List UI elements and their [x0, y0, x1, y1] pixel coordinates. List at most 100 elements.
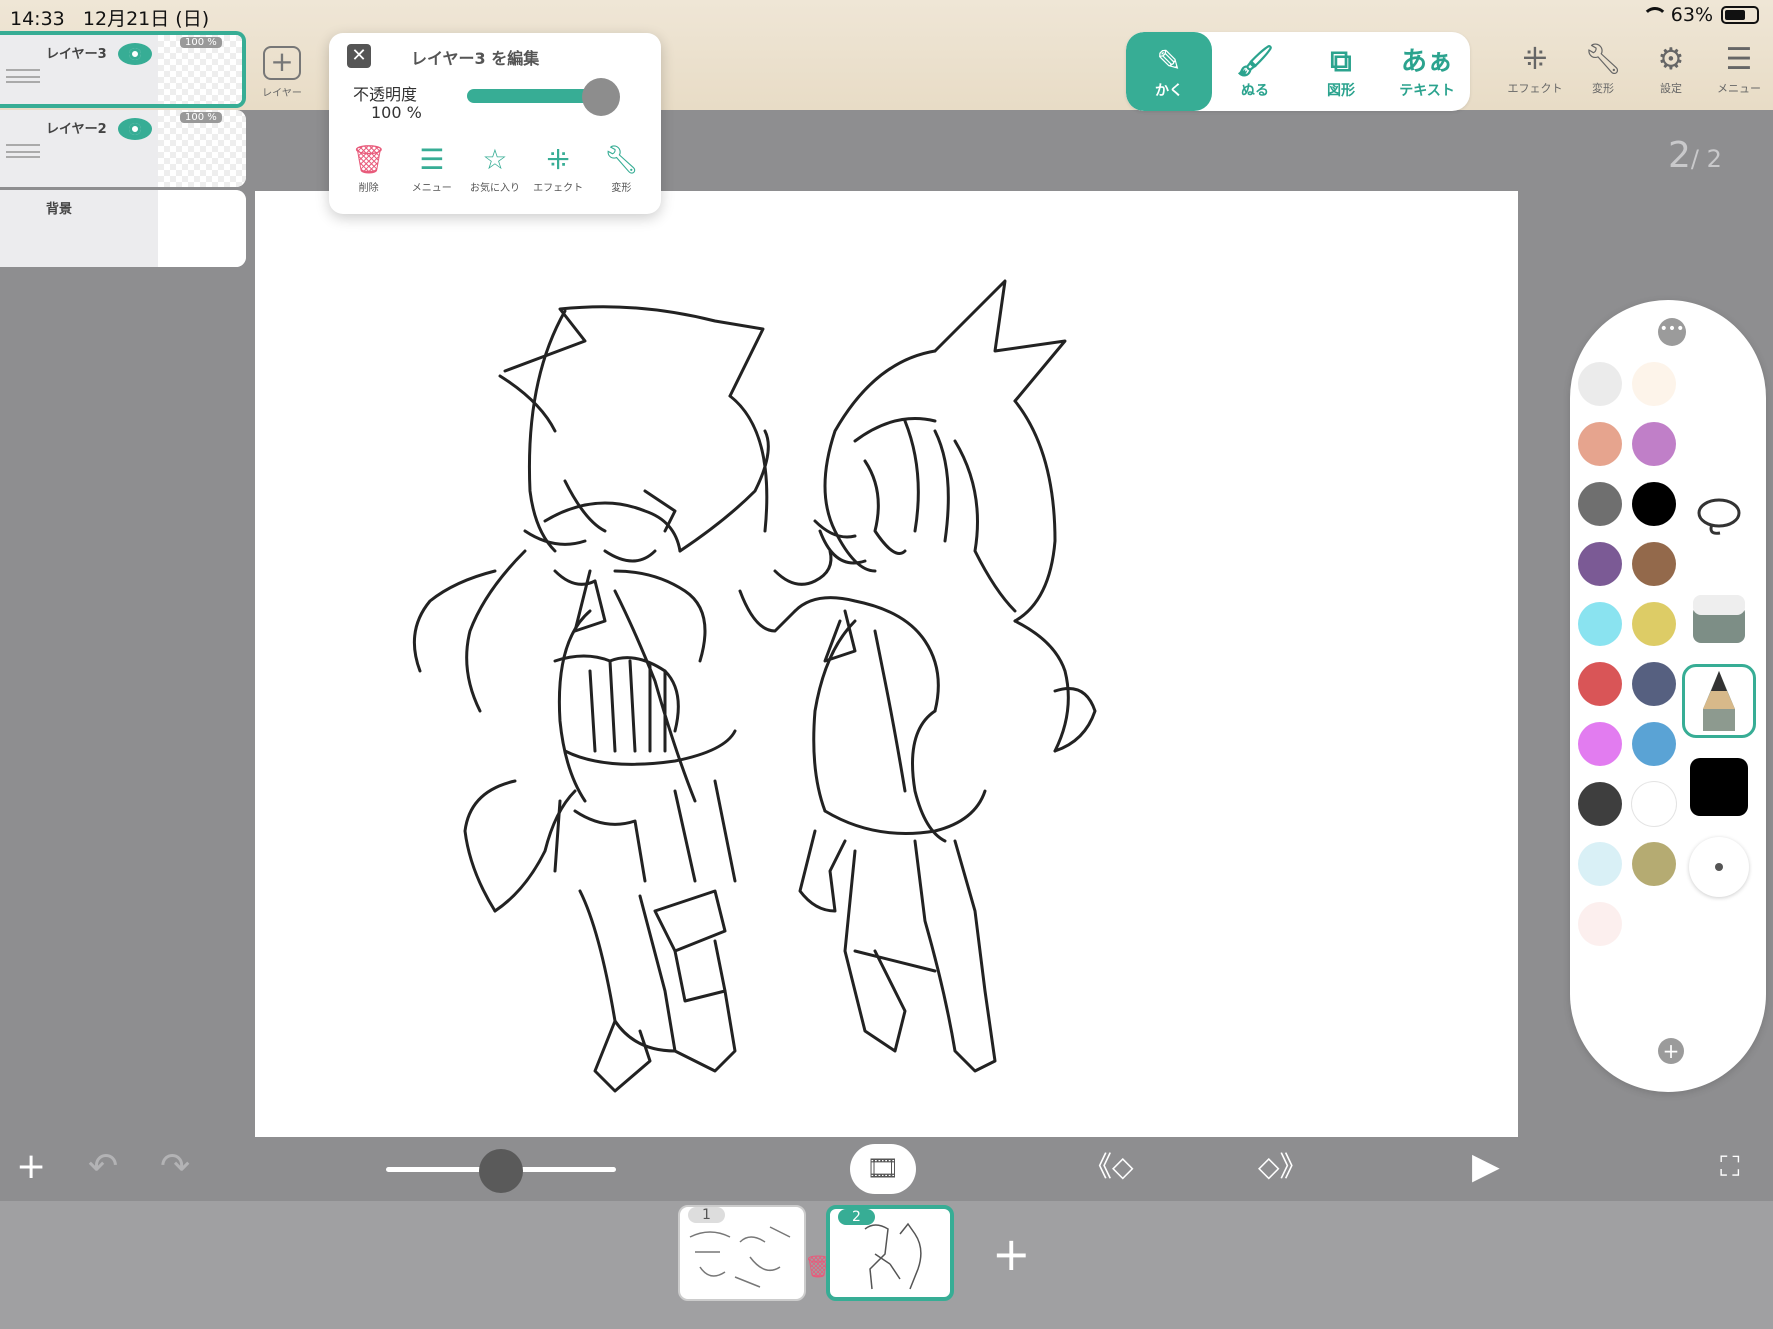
zoom-slider-knob[interactable] [479, 1149, 523, 1193]
sketch-artwork [412, 279, 1097, 1093]
color-swatch[interactable] [1578, 602, 1622, 646]
wrench-icon: 🔧︎ [603, 143, 640, 176]
opacity-slider-track[interactable] [467, 89, 601, 103]
wrench-icon: 🔧︎ [1583, 42, 1623, 77]
pencil-tool-button[interactable] [1682, 664, 1756, 738]
color-swatch[interactable] [1578, 902, 1622, 946]
color-swatch[interactable] [1632, 542, 1676, 586]
color-swatch[interactable] [1578, 782, 1622, 826]
layer-opacity: 100 % [180, 37, 222, 48]
layer-opacity: 100 % [180, 112, 222, 123]
add-frame-icon[interactable]: + [992, 1227, 1031, 1281]
page-indicator: 2/ 2 [1668, 135, 1722, 176]
drawing-canvas[interactable] [255, 191, 1518, 1137]
layer-menu-button[interactable]: ☰ メニュー [401, 143, 463, 194]
close-icon[interactable]: ✕ [347, 44, 371, 68]
tool-text-button[interactable]: あぁ テキスト [1384, 32, 1470, 111]
status-date: 12月21日 (日) [82, 8, 210, 30]
tool-fill-button[interactable]: 🖌︎ ぬる [1212, 32, 1298, 111]
layer-effect-button[interactable]: ⁜ エフェクト [527, 143, 589, 194]
color-swatch[interactable] [1578, 422, 1622, 466]
lasso-tool-button[interactable] [1682, 480, 1756, 554]
layer-name: レイヤー2 [46, 122, 107, 137]
add-color-icon[interactable]: + [1658, 1038, 1684, 1064]
tool-pen-label: かく [1155, 82, 1183, 99]
undo-icon[interactable]: ↶ [88, 1145, 118, 1189]
popup-title: レイヤー3 を編集 [411, 49, 540, 68]
add-layer-icon: + [263, 46, 301, 80]
lasso-icon [1697, 498, 1741, 535]
settings-label: 設定 [1660, 82, 1682, 95]
delete-layer-button[interactable]: 🗑︎ 削除 [338, 143, 400, 194]
layer-transform-button[interactable]: 🔧︎ 変形 [590, 143, 652, 194]
fullscreen-icon[interactable]: ⛶ [1720, 1145, 1740, 1189]
add-frame-plus-icon[interactable]: + [16, 1145, 46, 1189]
color-swatch[interactable] [1632, 602, 1676, 646]
text-icon: あぁ [1400, 46, 1453, 77]
brush-size-preview [1689, 837, 1749, 897]
bottom-toolbar: + ↶ ↷ 🎞︎ 《◇ ◇》 ▶ ⛶ [0, 1137, 1773, 1201]
transform-button[interactable]: 🔧︎ 変形 [1569, 40, 1637, 96]
eraser-icon [1693, 595, 1745, 643]
effect-label: エフェクト [1507, 82, 1563, 95]
opacity-label: 不透明度 [353, 85, 418, 104]
layer-row-background[interactable]: 背景 [0, 190, 246, 267]
layer-menu-label: メニュー [411, 183, 452, 194]
color-swatch[interactable] [1578, 482, 1622, 526]
frame-thumbnail-1[interactable]: 1 [678, 1205, 806, 1301]
tool-pen-button[interactable]: ✎ かく [1126, 32, 1212, 111]
color-swatch[interactable] [1632, 482, 1676, 526]
color-swatch[interactable] [1578, 842, 1622, 886]
opacity-slider-knob[interactable] [582, 78, 620, 116]
layer-name: 背景 [46, 202, 73, 217]
layer-row-2[interactable]: レイヤー2 100 % [0, 110, 246, 187]
frame-thumbnail-2[interactable]: 2 [826, 1205, 954, 1301]
battery-percent: 63% [1670, 4, 1713, 26]
color-swatch[interactable] [1578, 542, 1622, 586]
current-color-swatch [1690, 758, 1748, 816]
page-current: 2 [1668, 135, 1691, 176]
next-frame-icon[interactable]: ◇》 [1258, 1145, 1308, 1189]
color-swatch[interactable] [1632, 782, 1676, 826]
eraser-tool-button[interactable] [1682, 582, 1756, 656]
color-swatch[interactable] [1578, 362, 1622, 406]
add-layer-button[interactable]: + レイヤー [258, 46, 306, 99]
hamburger-icon: ☰ [419, 143, 445, 176]
color-swatch[interactable] [1578, 662, 1622, 706]
brush-size-button[interactable] [1682, 830, 1756, 904]
eye-icon[interactable] [118, 118, 152, 140]
color-swatch[interactable] [1632, 422, 1676, 466]
tool-fill-label: ぬる [1241, 82, 1269, 99]
eye-icon[interactable] [118, 43, 152, 65]
wifi-icon [1641, 7, 1668, 23]
film-strip-icon[interactable]: 🎞︎ [850, 1144, 916, 1194]
play-icon[interactable]: ▶ [1472, 1145, 1500, 1189]
transform-label: 変形 [1592, 82, 1614, 95]
drag-handle-icon[interactable] [6, 144, 40, 158]
drag-handle-icon[interactable] [6, 69, 40, 83]
tool-text-label: テキスト [1399, 82, 1455, 99]
shape-icon: ⧉ [1330, 43, 1352, 79]
current-color-button[interactable] [1682, 750, 1756, 824]
previous-frame-icon[interactable]: 《◇ [1084, 1145, 1134, 1189]
sparkle-icon: ⁜ [1522, 42, 1548, 77]
menu-button[interactable]: ☰ メニュー [1705, 40, 1773, 96]
color-swatch[interactable] [1632, 662, 1676, 706]
status-indicators: 63% [1641, 4, 1759, 26]
color-swatch[interactable] [1632, 362, 1676, 406]
settings-button[interactable]: ⚙ 設定 [1637, 40, 1705, 96]
layer-row-3[interactable]: レイヤー3 100 % [0, 31, 246, 108]
effect-button[interactable]: ⁜ エフェクト [1501, 40, 1569, 96]
hamburger-icon: ☰ [1725, 42, 1753, 77]
favorite-button[interactable]: ☆ お気に入り [464, 143, 526, 194]
page-total: / 2 [1690, 145, 1722, 173]
color-swatch[interactable] [1632, 842, 1676, 886]
color-swatch[interactable] [1632, 722, 1676, 766]
more-icon[interactable]: ••• [1658, 318, 1686, 346]
redo-icon[interactable]: ↷ [160, 1145, 190, 1189]
tool-shape-button[interactable]: ⧉ 図形 [1298, 32, 1384, 111]
color-swatch[interactable] [1578, 722, 1622, 766]
layer-transform-label: 変形 [611, 183, 632, 194]
tool-shape-label: 図形 [1327, 82, 1355, 99]
star-icon: ☆ [482, 143, 508, 176]
